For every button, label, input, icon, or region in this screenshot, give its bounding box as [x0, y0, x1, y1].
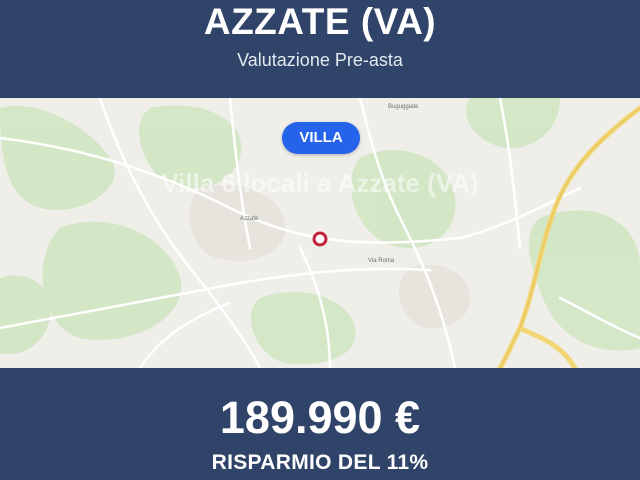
- place-label: Buguggiate: [388, 104, 419, 110]
- header-band: AZZATE (VA) Valutazione Pre-asta: [0, 0, 640, 98]
- price-band: 189.990 € RISPARMIO DEL 11%: [0, 368, 640, 480]
- city-title: AZZATE (VA): [203, 1, 437, 42]
- valuation-subtitle: Valutazione Pre-asta: [237, 50, 403, 70]
- street-label: Via Roma: [368, 258, 395, 264]
- property-type-badge: VILLA: [282, 122, 360, 154]
- place-label: Azzate: [240, 216, 259, 222]
- listing-card: AZZATE (VA) Valutazione Pre-asta Buguggi…: [0, 0, 640, 480]
- price-value: 189.990 €: [219, 392, 421, 443]
- location-pin-icon[interactable]: [311, 230, 329, 248]
- savings-label: RISPARMIO DEL 11%: [211, 451, 429, 474]
- listing-title-overlay: Villa 6 locali a Azzate (VA): [161, 168, 479, 198]
